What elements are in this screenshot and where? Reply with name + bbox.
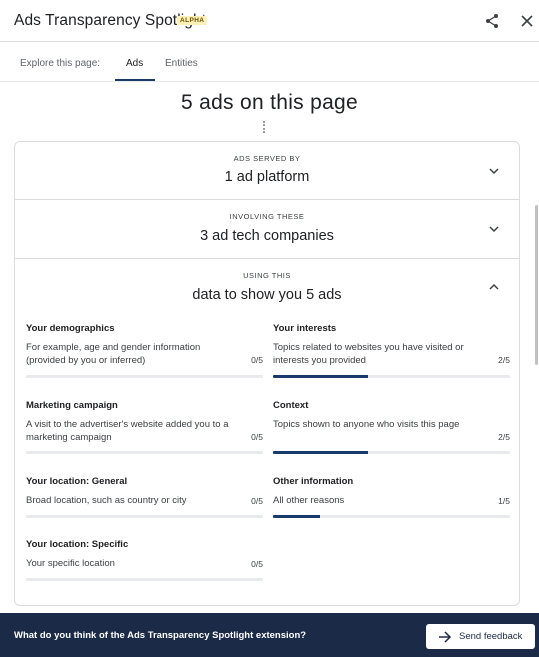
data-item-desc: Topics shown to anyone who visits this p… [273, 419, 460, 430]
tab-entities[interactable]: Entities [165, 58, 198, 69]
progress-fill [273, 451, 368, 454]
data-item-context: Context Topics shown to anyone who visit… [273, 400, 510, 460]
data-item-count: 2/5 [498, 355, 510, 365]
feedback-footer: What do you think of the Ads Transparenc… [0, 613, 539, 657]
arrow-right-icon [439, 630, 452, 643]
alpha-badge: ALPHA [177, 16, 208, 25]
progress-bar [26, 578, 263, 581]
progress-bar [26, 515, 263, 518]
data-item-desc: All other reasons [273, 495, 345, 506]
data-item-location-general: Your location: General Broad location, s… [26, 476, 263, 526]
section-value: 1 ad platform [224, 169, 310, 185]
data-item-title: Marketing campaign [26, 400, 118, 411]
tab-ads[interactable]: Ads [126, 58, 143, 69]
chevron-down-icon[interactable] [487, 222, 501, 236]
progress-bar [26, 375, 263, 378]
share-icon[interactable] [482, 11, 502, 31]
data-item-desc: Topics related to websites you have visi… [273, 342, 464, 366]
data-item-count: 0/5 [251, 496, 263, 506]
progress-fill [273, 515, 321, 518]
connector-dots [263, 121, 265, 133]
data-item-other-information: Other information All other reasons 1/5 [273, 476, 510, 526]
active-tab-indicator [115, 79, 155, 81]
data-item-demographics: Your demographics For example, age and g… [26, 323, 263, 383]
section-data-used: USING THIS data to show you 5 ads Your d… [15, 259, 519, 606]
data-item-count: 0/5 [251, 432, 263, 442]
ads-summary-card: ADS SERVED BY 1 ad platform INVOLVING TH… [14, 141, 520, 606]
section-ad-platforms[interactable]: ADS SERVED BY 1 ad platform [15, 142, 519, 200]
data-item-title: Your demographics [26, 323, 115, 334]
data-item-count: 0/5 [251, 559, 263, 569]
data-item-interests: Your interests Topics related to website… [273, 323, 510, 383]
data-item-count: 0/5 [251, 355, 263, 365]
send-feedback-button[interactable]: Send feedback [426, 624, 535, 649]
data-item-desc: A visit to the advertiser's website adde… [26, 419, 229, 443]
section-ad-tech-companies[interactable]: INVOLVING THESE 3 ad tech companies [15, 200, 519, 259]
section-value: 3 ad tech companies [200, 228, 334, 244]
data-item-count: 1/5 [498, 496, 510, 506]
app-header: Ads Transparency Spotlight ALPHA [0, 0, 539, 42]
data-item-desc: Your specific location [26, 558, 115, 569]
close-icon[interactable] [517, 11, 537, 31]
data-item-title: Your location: General [26, 476, 128, 487]
data-item-title: Your location: Specific [26, 539, 129, 550]
data-item-marketing-campaign: Marketing campaign A visit to the advert… [26, 400, 263, 460]
send-feedback-label: Send feedback [459, 631, 523, 642]
progress-fill [273, 375, 368, 378]
section-label: USING THIS [243, 271, 291, 280]
data-item-desc: Broad location, such as country or city [26, 495, 187, 506]
progress-bar [273, 451, 510, 454]
section-label: INVOLVING THESE [229, 212, 305, 221]
explore-tabs: Explore this page: Ads Entities [0, 42, 539, 82]
progress-bar [273, 515, 510, 518]
data-item-count: 2/5 [498, 432, 510, 442]
chevron-down-icon[interactable] [487, 164, 501, 178]
data-item-location-specific: Your location: Specific Your specific lo… [26, 539, 263, 589]
data-item-desc: For example, age and gender information … [26, 342, 201, 366]
data-item-title: Context [273, 400, 309, 411]
feedback-question: What do you think of the Ads Transparenc… [14, 630, 307, 641]
progress-bar [273, 375, 510, 378]
progress-bar [26, 451, 263, 454]
ads-count-heading: 5 ads on this page [180, 91, 359, 114]
section-label: ADS SERVED BY [233, 154, 301, 163]
data-item-title: Your interests [273, 323, 337, 334]
scrollbar[interactable] [535, 205, 538, 365]
chevron-up-icon[interactable] [487, 280, 501, 294]
section-value: data to show you 5 ads [192, 287, 342, 303]
explore-label: Explore this page: [20, 58, 101, 69]
data-item-title: Other information [273, 476, 354, 487]
